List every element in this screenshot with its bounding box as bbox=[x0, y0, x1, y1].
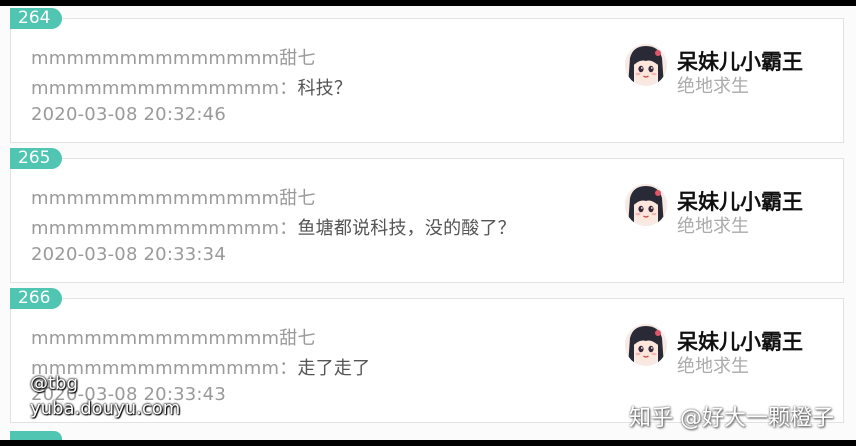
comment-message-line: mmmmmmmmmmmmmm：走了走了 bbox=[31, 354, 370, 380]
floor-number-badge-next bbox=[10, 431, 62, 440]
user-game-tag: 绝地求生 bbox=[677, 216, 749, 237]
zhihu-watermark: 知乎 @好大一颗橙子 bbox=[629, 406, 834, 431]
floor-number-badge: 266 bbox=[10, 288, 63, 309]
comment-list: mmmmmmmmmmmmmm甜七 mmmmmmmmmmmmmm：科技？ 2020… bbox=[0, 6, 856, 440]
avatar[interactable] bbox=[625, 324, 667, 366]
avatar-girl-icon bbox=[625, 184, 667, 226]
avatar-girl-icon bbox=[625, 324, 667, 366]
comment-message-line: mmmmmmmmmmmmmm：科技？ bbox=[31, 74, 352, 100]
comment-reply-target: mmmmmmmmmmmmmm甜七 bbox=[31, 48, 316, 69]
comment-message-line: mmmmmmmmmmmmmm：鱼塘都说科技，没的酸了？ bbox=[31, 214, 516, 240]
floor-number-badge: 265 bbox=[10, 148, 63, 169]
comment-card: mmmmmmmmmmmmmm甜七 mmmmmmmmmmmmmm：科技？ 2020… bbox=[10, 18, 844, 143]
comment-timestamp: 2020-03-08 20:32:46 bbox=[31, 104, 226, 125]
comment-entry: mmmmmmmmmmmmmm甜七 mmmmmmmmmmmmmm：鱼塘都说科技，没… bbox=[0, 148, 856, 288]
user-game-tag: 绝地求生 bbox=[677, 76, 749, 97]
comment-message: 走了走了 bbox=[297, 358, 371, 379]
comment-author: mmmmmmmmmmmmmm： bbox=[31, 78, 298, 99]
comment-reply-target: mmmmmmmmmmmmmm甜七 bbox=[31, 328, 316, 349]
user-game-tag: 绝地求生 bbox=[677, 356, 749, 377]
avatar-girl-icon bbox=[625, 44, 667, 86]
source-watermark-site: yuba.douyu.com bbox=[30, 398, 181, 419]
comment-timestamp: 2020-03-08 20:33:34 bbox=[31, 244, 226, 265]
comment-author: mmmmmmmmmmmmmm： bbox=[31, 218, 298, 239]
comment-card: mmmmmmmmmmmmmm甜七 mmmmmmmmmmmmmm：鱼塘都说科技，没… bbox=[10, 158, 844, 283]
avatar[interactable] bbox=[625, 184, 667, 226]
floor-number-badge: 264 bbox=[10, 8, 63, 29]
comment-message: 鱼塘都说科技，没的酸了？ bbox=[297, 218, 516, 239]
comment-entry: mmmmmmmmmmmmmm甜七 mmmmmmmmmmmmmm：科技？ 2020… bbox=[0, 8, 856, 148]
source-watermark-handle: @tbg bbox=[30, 373, 78, 394]
comment-reply-target: mmmmmmmmmmmmmm甜七 bbox=[31, 188, 316, 209]
comment-message: 科技？ bbox=[297, 78, 353, 99]
avatar[interactable] bbox=[625, 44, 667, 86]
